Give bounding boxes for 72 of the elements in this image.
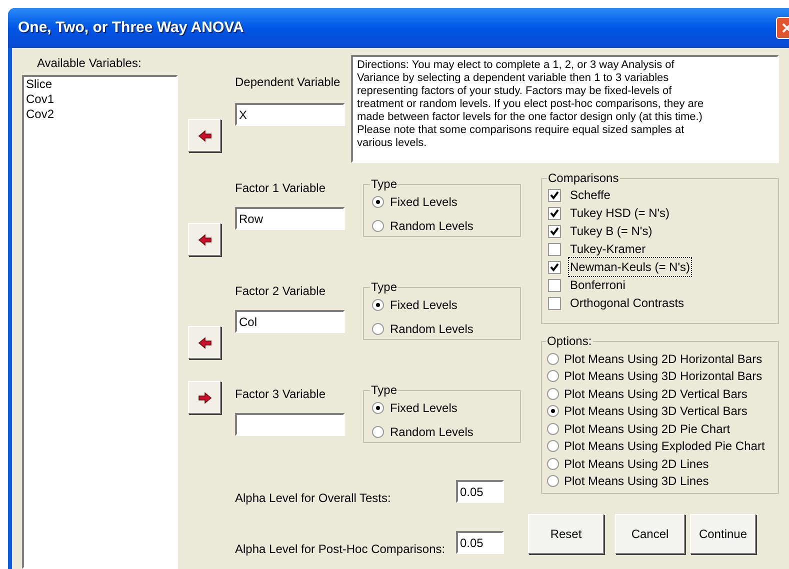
group-label: Type bbox=[370, 382, 398, 399]
radio-label: Plot Means Using 3D Horizontal Bars bbox=[564, 368, 762, 386]
radio-label: Plot Means Using 3D Vertical Bars bbox=[564, 403, 748, 420]
checkbox[interactable] bbox=[548, 224, 561, 238]
radio-button[interactable] bbox=[547, 370, 559, 382]
radio-button[interactable] bbox=[547, 440, 559, 452]
arrow-button[interactable] bbox=[188, 381, 221, 414]
radio-label: Plot Means Using Exploded Pie Chart bbox=[564, 438, 765, 456]
checkbox-label: Scheffe bbox=[569, 187, 612, 204]
list-item[interactable]: Cov1 bbox=[26, 92, 174, 107]
radio-button[interactable] bbox=[547, 405, 559, 418]
radio-button[interactable] bbox=[547, 422, 559, 435]
radio-button[interactable] bbox=[547, 352, 559, 365]
arrow-button[interactable] bbox=[188, 119, 221, 152]
window-title: One, Two, or Three Way ANOVA bbox=[18, 18, 244, 38]
checkbox-label: Tukey B (= N's) bbox=[569, 223, 654, 240]
directions-text: Directions: You may elect to complete a 1, 2, or 3 way Analysis of Variance by selecting a dependent variable then 1 to 3 variables representing factors of your study. Factors may be fixed-levels of treatment or random levels. If you elect post-hoc comparisons, they are made between factor levels for the one factor design only (at this time.) Please note that some comparisons require equal sized samples at various levels. bbox=[351, 55, 779, 163]
checkbox-label: Newman-Keuls (= N's) bbox=[568, 257, 692, 277]
list-item[interactable]: Cov2 bbox=[26, 107, 174, 122]
text-field[interactable]: X bbox=[235, 103, 345, 126]
radio-label: Plot Means Using 2D Lines bbox=[564, 456, 709, 473]
group-label: Type bbox=[370, 176, 398, 193]
radio-button[interactable] bbox=[372, 220, 384, 232]
list-item[interactable]: Slice bbox=[26, 77, 174, 92]
radio-label: Random Levels bbox=[390, 321, 474, 338]
checkbox[interactable] bbox=[548, 206, 561, 220]
radio-button[interactable] bbox=[372, 323, 384, 335]
checkbox-label: Bonferroni bbox=[569, 277, 626, 294]
radio-button[interactable] bbox=[372, 426, 384, 438]
radio-button[interactable] bbox=[372, 402, 384, 414]
radio-label: Plot Means Using 2D Vertical Bars bbox=[564, 386, 748, 403]
radio-button[interactable] bbox=[372, 299, 384, 311]
text-field[interactable] bbox=[235, 413, 345, 436]
dialog-button[interactable]: Cancel bbox=[615, 514, 685, 554]
radio-label: Fixed Levels bbox=[390, 297, 458, 314]
checkbox[interactable] bbox=[548, 278, 561, 292]
field-label: Factor 2 Variable bbox=[235, 283, 326, 300]
dialog-button[interactable]: Reset bbox=[528, 514, 604, 554]
text-field[interactable]: Row bbox=[235, 207, 345, 230]
arrow-button[interactable] bbox=[188, 223, 221, 256]
alpha-field[interactable]: 0.05 bbox=[456, 480, 504, 503]
group-label: Options: bbox=[546, 333, 593, 350]
group-label: Type bbox=[370, 279, 398, 296]
alpha-field[interactable]: 0.05 bbox=[456, 531, 504, 554]
radio-button[interactable] bbox=[372, 196, 384, 208]
radio-button[interactable] bbox=[547, 388, 559, 400]
group-label: Comparisons bbox=[547, 170, 620, 187]
checkbox-label: Tukey-Kramer bbox=[569, 241, 647, 258]
radio-label: Random Levels bbox=[390, 424, 474, 441]
radio-label: Random Levels bbox=[390, 218, 474, 235]
radio-label: Plot Means Using 2D Horizontal Bars bbox=[564, 350, 762, 368]
field-label: Alpha Level for Post-Hoc Comparisons: bbox=[235, 541, 446, 558]
field-label: Alpha Level for Overall Tests: bbox=[235, 490, 392, 507]
radio-label: Fixed Levels bbox=[390, 400, 458, 417]
field-label: Factor 1 Variable bbox=[235, 180, 326, 197]
text-field[interactable]: Col bbox=[235, 310, 345, 333]
checkbox[interactable] bbox=[548, 260, 561, 274]
field-label: Factor 3 Variable bbox=[235, 386, 326, 403]
dialog-button[interactable]: Continue bbox=[690, 514, 756, 554]
radio-label: Plot Means Using 2D Pie Chart bbox=[564, 420, 730, 438]
radio-label: Fixed Levels bbox=[390, 194, 458, 211]
checkbox[interactable] bbox=[548, 188, 561, 202]
radio-button[interactable] bbox=[547, 475, 559, 488]
radio-button[interactable] bbox=[547, 458, 559, 470]
checkbox[interactable] bbox=[548, 296, 561, 310]
checkbox-label: Orthogonal Contrasts bbox=[569, 295, 686, 312]
list-label: Available Variables: bbox=[37, 55, 142, 72]
checkbox[interactable] bbox=[548, 242, 561, 256]
radio-label: Plot Means Using 3D Lines bbox=[564, 473, 709, 490]
field-label: Dependent Variable bbox=[235, 74, 342, 91]
arrow-button[interactable] bbox=[188, 326, 221, 359]
checkbox-label: Tukey HSD (= N's) bbox=[569, 205, 671, 222]
